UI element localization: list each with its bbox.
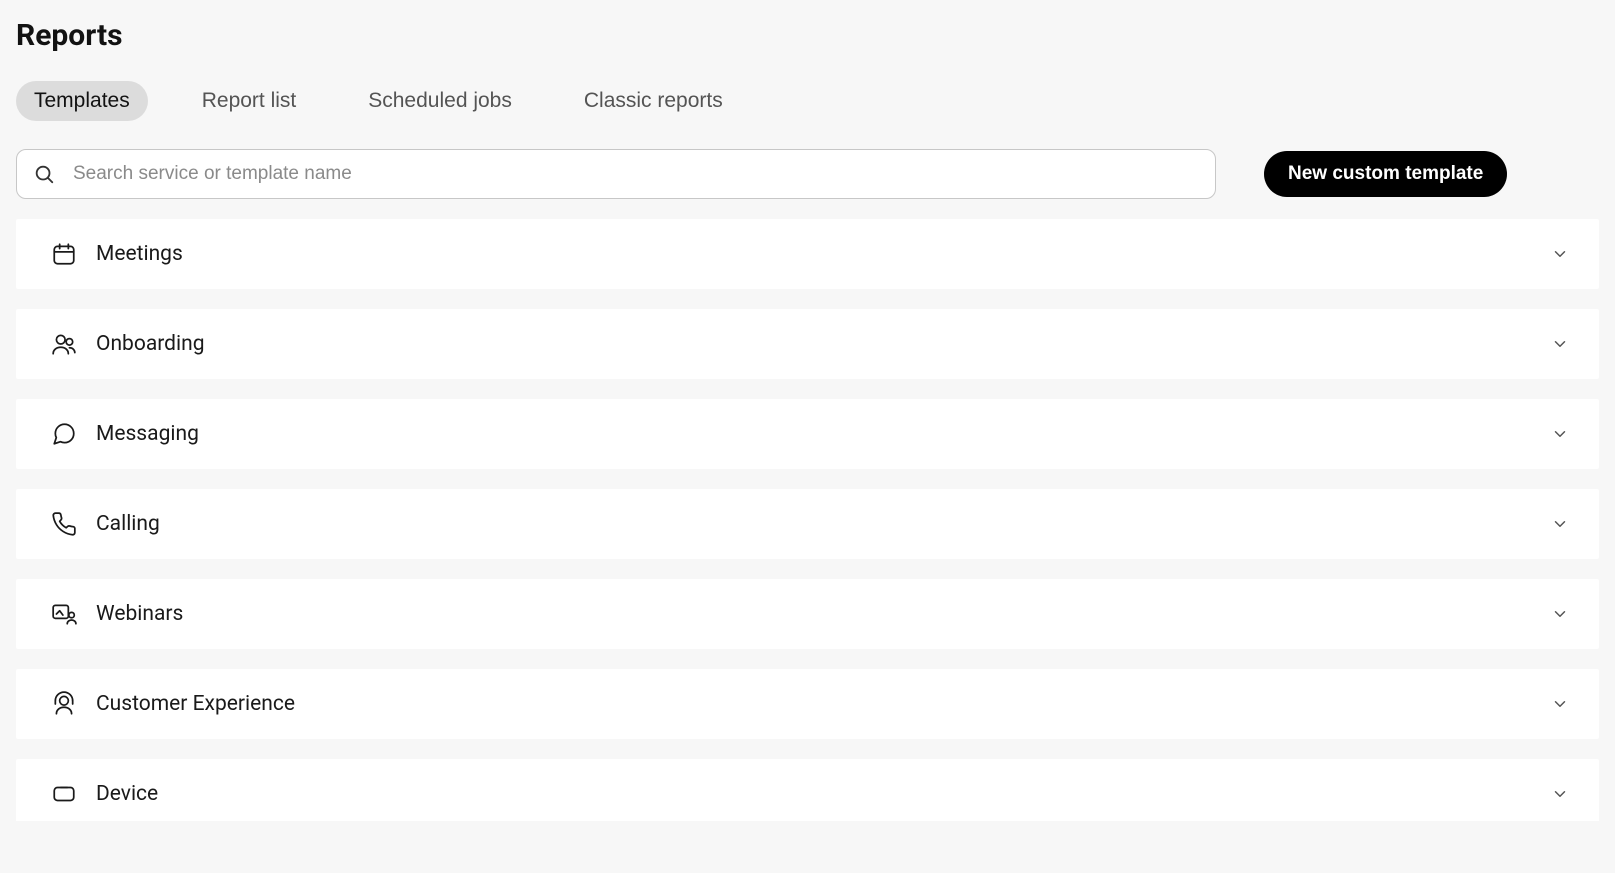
category-device[interactable]: Device: [16, 759, 1599, 821]
category-onboarding[interactable]: Onboarding: [16, 309, 1599, 379]
chevron-down-icon: [1551, 695, 1569, 713]
categories-list[interactable]: Meetings Onboarding: [16, 219, 1599, 821]
category-label: Customer Experience: [96, 692, 1551, 716]
search-input[interactable]: [73, 163, 1199, 185]
tab-report-list[interactable]: Report list: [184, 81, 315, 121]
category-messaging[interactable]: Messaging: [16, 399, 1599, 469]
category-label: Device: [96, 782, 1551, 806]
chevron-down-icon: [1551, 515, 1569, 533]
category-meetings[interactable]: Meetings: [16, 219, 1599, 289]
page-title: Reports: [16, 18, 1599, 53]
phone-icon: [50, 510, 78, 538]
chevron-down-icon: [1551, 785, 1569, 803]
webinar-icon: [50, 600, 78, 628]
category-customer-experience[interactable]: Customer Experience: [16, 669, 1599, 739]
chat-icon: [50, 420, 78, 448]
category-label: Onboarding: [96, 332, 1551, 356]
tab-scheduled-jobs[interactable]: Scheduled jobs: [350, 81, 530, 121]
headset-person-icon: [50, 690, 78, 718]
chevron-down-icon: [1551, 335, 1569, 353]
category-label: Meetings: [96, 242, 1551, 266]
category-calling[interactable]: Calling: [16, 489, 1599, 559]
category-webinars[interactable]: Webinars: [16, 579, 1599, 649]
chevron-down-icon: [1551, 605, 1569, 623]
search-box[interactable]: [16, 149, 1216, 199]
category-label: Messaging: [96, 422, 1551, 446]
tab-classic-reports[interactable]: Classic reports: [566, 81, 741, 121]
category-label: Calling: [96, 512, 1551, 536]
tab-templates[interactable]: Templates: [16, 81, 148, 121]
people-icon: [50, 330, 78, 358]
chevron-down-icon: [1551, 245, 1569, 263]
new-custom-template-button[interactable]: New custom template: [1264, 151, 1507, 197]
category-label: Webinars: [96, 602, 1551, 626]
search-row: New custom template: [16, 149, 1599, 199]
chevron-down-icon: [1551, 425, 1569, 443]
search-icon: [33, 163, 55, 185]
calendar-icon: [50, 240, 78, 268]
device-icon: [50, 780, 78, 808]
tabs-bar: Templates Report list Scheduled jobs Cla…: [16, 81, 1599, 121]
